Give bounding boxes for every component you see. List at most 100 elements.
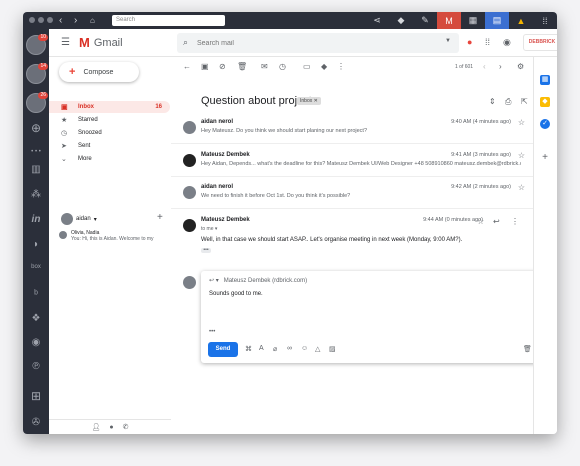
emoji-icon[interactable]: ☺: [301, 345, 308, 352]
inbox-label-chip[interactable]: Inbox ✕: [297, 97, 321, 105]
delete-icon[interactable]: 🗑︎: [237, 62, 247, 71]
nav-item-more[interactable]: ⌄ More: [49, 153, 170, 165]
nav-item-inbox[interactable]: ▣ Inbox 16: [49, 101, 170, 113]
show-trimmed-icon[interactable]: •••: [201, 248, 211, 253]
reply-body[interactable]: Sounds good to me.: [209, 291, 263, 297]
notification-icon[interactable]: ●: [467, 37, 472, 47]
prev-icon[interactable]: ‹: [483, 62, 486, 71]
top-toolbar: ⋖ ◆ ✎ M ▦ ▤ ▲ ⁞⁞: [365, 12, 557, 29]
next-icon[interactable]: ›: [499, 62, 502, 71]
search-options-icon[interactable]: ▼: [445, 38, 451, 44]
menu-icon[interactable]: ☰: [61, 37, 70, 48]
person-icon[interactable]: 👤︎: [92, 423, 101, 431]
bitbucket-icon[interactable]: ᵇ: [23, 289, 49, 300]
box-icon[interactable]: box: [23, 264, 49, 270]
forward-icon[interactable]: ›: [74, 14, 77, 27]
drive-icon[interactable]: △: [315, 345, 320, 353]
hangouts-user[interactable]: aidan ▾: [61, 213, 97, 225]
chat-message: You: Hi, this is Aidan. Welcome to my: [71, 236, 154, 242]
nav-item-sent[interactable]: ➤ Sent: [49, 140, 170, 152]
tasks-icon[interactable]: ✓: [540, 119, 550, 129]
more-vert-icon[interactable]: ⋮: [511, 217, 519, 226]
app-avatar-1[interactable]: 10: [26, 34, 48, 55]
link-icon[interactable]: ∞: [287, 345, 292, 352]
pen-icon[interactable]: ✎: [413, 12, 437, 29]
docs-app-icon[interactable]: ▤: [485, 12, 509, 29]
apps-icon[interactable]: ⁞⁞: [485, 37, 490, 47]
tag-icon[interactable]: ◉: [23, 337, 49, 348]
gmail-app-icon[interactable]: M: [437, 12, 461, 29]
settings-gear-icon[interactable]: ⚙: [517, 62, 524, 71]
app-sidebar: 10 14 26 ⊕ • • • ▥ ⁂ in ◗ box ᵇ ❖ ◉ ℗ ⊞ …: [23, 29, 49, 434]
star-icon[interactable]: ☆: [518, 151, 525, 160]
phone-icon[interactable]: ✆: [123, 423, 129, 431]
back-arrow-icon[interactable]: ←: [183, 62, 191, 71]
layers-icon[interactable]: ◆: [389, 12, 413, 29]
trello-icon[interactable]: ▥: [23, 164, 49, 175]
send-button[interactable]: Send: [208, 342, 238, 357]
app-avatar-3[interactable]: 26: [26, 92, 48, 113]
search-input[interactable]: [197, 37, 427, 49]
share-icon[interactable]: ⋖: [365, 12, 389, 29]
photo-icon[interactable]: ▨: [329, 345, 336, 353]
snooze-icon[interactable]: ◷: [279, 62, 286, 71]
report-spam-icon[interactable]: ⊘: [219, 62, 226, 71]
nav-item-label: More: [78, 156, 92, 162]
avatar: [183, 186, 196, 199]
add-addon-icon[interactable]: +: [540, 153, 550, 163]
window-controls[interactable]: [29, 17, 53, 23]
new-window-icon[interactable]: ⇱: [521, 97, 528, 106]
gmail-header: ☰ M Gmail ⌕ ▼ ● ⁞⁞ ◉ DEBBRICK: [49, 29, 557, 57]
discard-icon[interactable]: 🗑︎: [523, 345, 532, 353]
chevron-down-icon: ⌄: [61, 156, 67, 163]
recipient-toggle[interactable]: to me ▾: [201, 226, 217, 232]
reply-box[interactable]: ↩ ▾ Mateusz Dembek (rdbrick.com) Sounds …: [201, 271, 547, 363]
label-icon[interactable]: ◆: [321, 62, 327, 71]
grid-icon[interactable]: ▦: [461, 12, 485, 29]
home-icon[interactable]: ⌂: [90, 14, 95, 27]
reply-header[interactable]: ↩ ▾ Mateusz Dembek (rdbrick.com): [209, 277, 307, 284]
browser-search-input[interactable]: Search: [112, 15, 225, 26]
star-icon[interactable]: ☆: [477, 217, 484, 226]
wrench-icon[interactable]: ✇: [23, 417, 49, 428]
pocket-icon[interactable]: ◗: [23, 239, 49, 250]
expand-all-icon[interactable]: ⇕: [489, 97, 496, 106]
keep-icon[interactable]: ◆: [540, 97, 550, 107]
hangouts-chat-item[interactable]: Olivia, Nadia You: Hi, this is Aidan. We…: [59, 230, 171, 242]
new-chat-icon[interactable]: +: [157, 212, 163, 223]
reply-icon[interactable]: ↩: [493, 217, 500, 226]
more-vert-icon[interactable]: ⋮: [337, 62, 345, 71]
star-icon[interactable]: ☆: [518, 118, 525, 127]
hangouts-icon[interactable]: ●: [109, 424, 113, 431]
people-icon[interactable]: ⁂: [23, 189, 49, 200]
search-icon[interactable]: ⌕: [183, 37, 188, 48]
mail-search[interactable]: ⌕ ▼: [177, 33, 459, 53]
gmail-logo[interactable]: M Gmail: [79, 35, 123, 50]
show-quoted-icon[interactable]: •••: [209, 329, 215, 335]
star-icon[interactable]: ☆: [518, 183, 525, 192]
add-service-icon[interactable]: ⊞: [23, 389, 49, 403]
account-circle-icon[interactable]: ◉: [503, 37, 511, 48]
calendar-icon[interactable]: ▦: [540, 75, 550, 85]
mark-unread-icon[interactable]: ✉: [261, 62, 268, 71]
template-icon[interactable]: ⌘: [245, 345, 252, 353]
pinterest-icon[interactable]: ℗: [23, 361, 49, 372]
back-icon[interactable]: ‹: [59, 14, 62, 27]
app-avatar-2[interactable]: 14: [26, 63, 48, 84]
dropbox-icon[interactable]: ❖: [23, 313, 49, 324]
message-snippet: We need to finish it before Oct 1st. Do …: [201, 193, 351, 199]
nav-item-snoozed[interactable]: ◷ Snoozed: [49, 127, 170, 139]
divider: [171, 143, 533, 144]
drive-app-icon[interactable]: ▲: [509, 12, 533, 29]
nav-item-starred[interactable]: ★ Starred: [49, 114, 170, 126]
apps-grid-icon[interactable]: ⁞⁞: [533, 12, 557, 29]
compose-button[interactable]: + Compose: [59, 62, 139, 82]
linkedin-icon[interactable]: in: [23, 214, 49, 225]
attach-icon[interactable]: ⌀: [273, 345, 277, 353]
add-app-icon[interactable]: ⊕: [23, 121, 49, 135]
print-icon[interactable]: ⎙: [505, 97, 511, 107]
brand-logo[interactable]: DEBBRICK: [523, 34, 557, 51]
move-to-icon[interactable]: ▭: [303, 62, 311, 71]
archive-icon[interactable]: ▣: [201, 62, 209, 71]
formatting-icon[interactable]: A: [259, 345, 264, 352]
